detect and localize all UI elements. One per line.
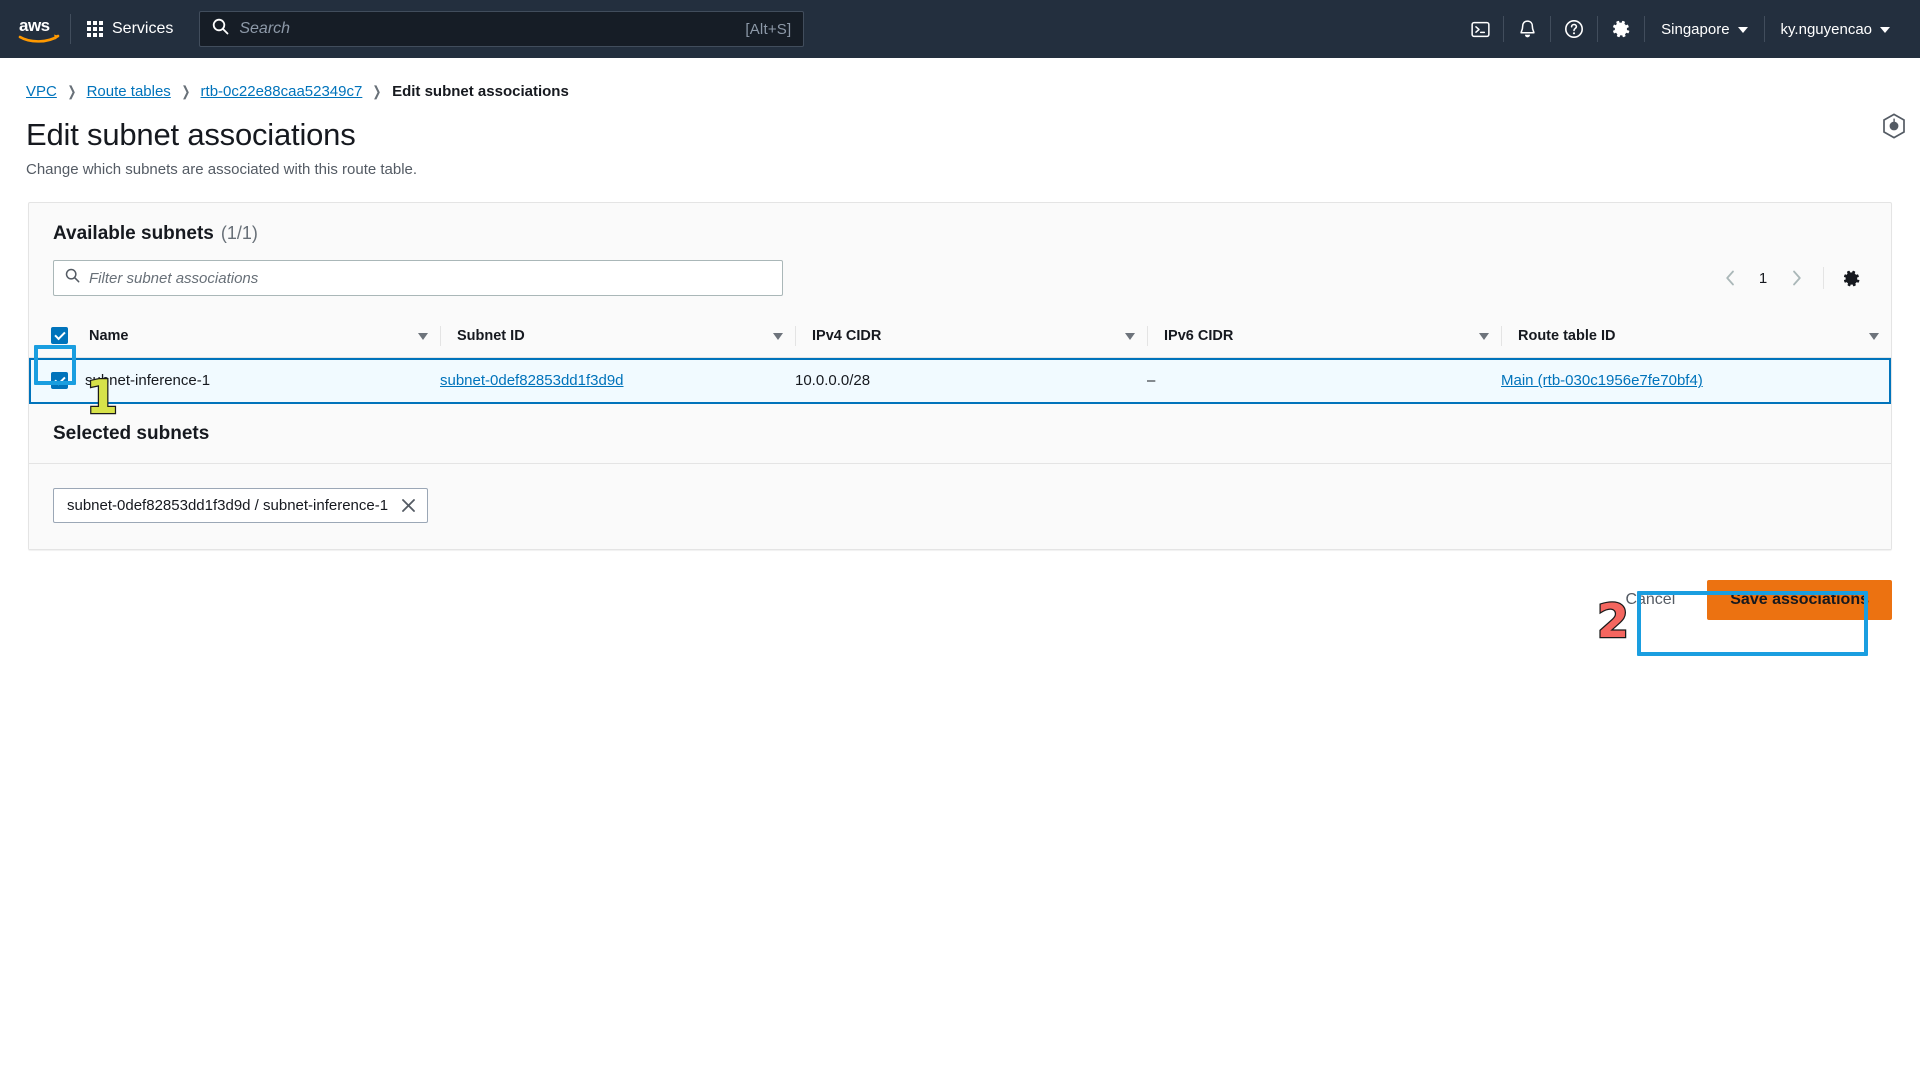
aws-logo[interactable]: aws <box>16 12 62 46</box>
column-label-ipv6-cidr: IPv6 CIDR <box>1164 328 1234 344</box>
gear-icon[interactable] <box>1598 9 1644 49</box>
route-table-id-link[interactable]: Main (rtb-030c1956e7fe70bf4) <box>1501 372 1703 389</box>
breadcrumb-item-vpc[interactable]: VPC <box>26 83 57 100</box>
pagination-page-1[interactable]: 1 <box>1750 263 1776 293</box>
chevron-down-icon <box>1880 27 1890 33</box>
bell-icon[interactable] <box>1504 9 1550 49</box>
column-label-subnet-id: Subnet ID <box>457 328 525 344</box>
cancel-button[interactable]: Cancel <box>1611 583 1689 617</box>
column-header-ipv4-cidr: IPv4 CIDR <box>795 315 1147 358</box>
chevron-left-icon[interactable] <box>1714 262 1746 294</box>
svg-text:aws: aws <box>19 16 50 35</box>
grid-icon <box>87 21 103 37</box>
available-subnets-table: Name Subnet ID IPv4 CIDR IPv6 CIDR Route… <box>29 315 1891 404</box>
select-all-checkbox[interactable] <box>51 327 68 345</box>
row-select-cell <box>29 357 85 404</box>
pagination-divider <box>1823 267 1824 289</box>
available-subnets-heading: Available subnets (1/1) <box>53 223 1867 245</box>
services-label: Services <box>112 20 174 37</box>
table-pagination: 1 <box>1714 262 1867 294</box>
column-label-route-table-id: Route table ID <box>1518 328 1616 344</box>
save-associations-button[interactable]: Save associations <box>1707 579 1892 620</box>
filter-subnet-associations-box[interactable] <box>53 260 783 296</box>
breadcrumb-item-route-tables[interactable]: Route tables <box>87 83 171 100</box>
search-icon <box>65 268 80 288</box>
question-circle-icon[interactable] <box>1551 9 1597 49</box>
region-label: Singapore <box>1661 20 1730 38</box>
top-navigation-bar: aws Services [Alt+S] <box>0 0 1920 58</box>
container-header: Available subnets (1/1) <box>29 203 1891 245</box>
column-header-subnet-id: Subnet ID <box>440 315 795 358</box>
table-preferences-gear-icon[interactable] <box>1835 262 1867 294</box>
available-subnets-counter: (1/1) <box>220 223 258 243</box>
services-menu-button[interactable]: Services <box>75 11 185 47</box>
selected-subnet-token-label: subnet-0def82853dd1f3d9d / subnet-infere… <box>67 496 389 514</box>
search-icon <box>212 18 229 40</box>
sort-route-table-id-icon[interactable] <box>1869 332 1879 340</box>
breadcrumb-item-route-table-id[interactable]: rtb-0c22e88caa52349c7 <box>201 83 363 100</box>
ipv6-cidr-value: – <box>1147 372 1156 390</box>
breadcrumb-separator-icon: ❯ <box>67 83 77 99</box>
search-input[interactable] <box>239 20 746 38</box>
row-select-checkbox[interactable] <box>51 372 68 389</box>
breadcrumb: VPC ❯ Route tables ❯ rtb-0c22e88caa52349… <box>0 58 1920 100</box>
close-icon[interactable] <box>401 498 416 513</box>
available-subnets-container: Available subnets (1/1) Filter subnet as… <box>28 202 1892 550</box>
column-header-route-table-id: Route table ID <box>1501 315 1891 358</box>
page-subtitle: Change which subnets are associated with… <box>26 161 418 178</box>
cell-ipv6-cidr: – <box>1147 357 1501 404</box>
account-menu[interactable]: ky.nguyencao <box>1765 9 1906 49</box>
cell-name: subnet-inference-1 <box>85 357 440 404</box>
page-body: VPC ❯ Route tables ❯ rtb-0c22e88caa52349… <box>0 58 1920 1080</box>
table-row[interactable]: subnet-inference-1 subnet-0def82853dd1f3… <box>29 357 1891 404</box>
nav-divider <box>70 14 71 44</box>
select-all-header-cell <box>29 315 85 358</box>
table-header-row: Name Subnet ID IPv4 CIDR IPv6 CIDR Route… <box>29 315 1891 358</box>
account-label: ky.nguyencao <box>1780 20 1872 38</box>
sort-ipv6-cidr-icon[interactable] <box>1479 332 1489 340</box>
page-title: Edit subnet associations <box>26 117 356 152</box>
global-search-box[interactable]: [Alt+S] <box>199 11 805 47</box>
feedback-hexagon-icon[interactable] <box>1880 112 1908 140</box>
breadcrumb-separator-icon: ❯ <box>181 83 191 99</box>
cell-subnet-id: subnet-0def82853dd1f3d9d <box>440 357 795 404</box>
region-selector[interactable]: Singapore <box>1645 9 1763 49</box>
breadcrumb-separator-icon: ❯ <box>372 83 382 99</box>
filter-row: 1 <box>29 245 1891 315</box>
selected-subnet-token[interactable]: subnet-0def82853dd1f3d9d / subnet-infere… <box>53 487 429 523</box>
column-label-name: Name <box>89 328 129 344</box>
sort-name-icon[interactable] <box>418 332 428 340</box>
column-header-name: Name <box>85 315 440 358</box>
column-header-ipv6-cidr: IPv6 CIDR <box>1147 315 1501 358</box>
cloudshell-icon[interactable] <box>1457 9 1503 49</box>
subnet-id-link[interactable]: subnet-0def82853dd1f3d9d <box>440 372 624 389</box>
breadcrumb-item-current: Edit subnet associations <box>392 83 569 100</box>
filter-subnet-associations-input[interactable] <box>89 269 771 287</box>
nav-right-group: Singapore ky.nguyencao <box>1457 0 1920 58</box>
cell-ipv4-cidr: 10.0.0.0/28 <box>795 357 1147 404</box>
cell-route-table-id: Main (rtb-030c1956e7fe70bf4) <box>1501 357 1891 404</box>
selected-subnets-token-area: subnet-0def82853dd1f3d9d / subnet-infere… <box>29 463 1891 549</box>
sort-ipv4-cidr-icon[interactable] <box>1125 332 1135 340</box>
chevron-right-icon[interactable] <box>1780 262 1812 294</box>
available-subnets-title: Available subnets <box>53 223 214 244</box>
search-shortcut-hint: [Alt+S] <box>745 20 792 38</box>
sort-subnet-id-icon[interactable] <box>773 332 783 340</box>
column-label-ipv4-cidr: IPv4 CIDR <box>812 328 882 344</box>
chevron-down-icon <box>1737 27 1748 33</box>
form-actions: Cancel Save associations <box>28 572 1892 628</box>
selected-subnets-heading: Selected subnets <box>29 403 1891 464</box>
